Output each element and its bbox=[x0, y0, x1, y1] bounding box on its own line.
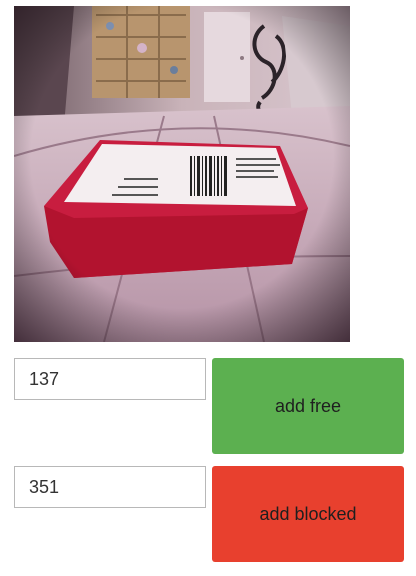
collision-data-collector: add free add blocked bbox=[0, 0, 416, 576]
blocked-count-input[interactable] bbox=[14, 466, 206, 508]
camera-feed-image bbox=[14, 6, 350, 342]
camera-scene bbox=[14, 6, 350, 342]
add-free-button[interactable]: add free bbox=[212, 358, 404, 454]
free-count-input[interactable] bbox=[14, 358, 206, 400]
free-controls: add free bbox=[14, 358, 404, 454]
blocked-controls: add blocked bbox=[14, 466, 404, 562]
add-blocked-button[interactable]: add blocked bbox=[212, 466, 404, 562]
